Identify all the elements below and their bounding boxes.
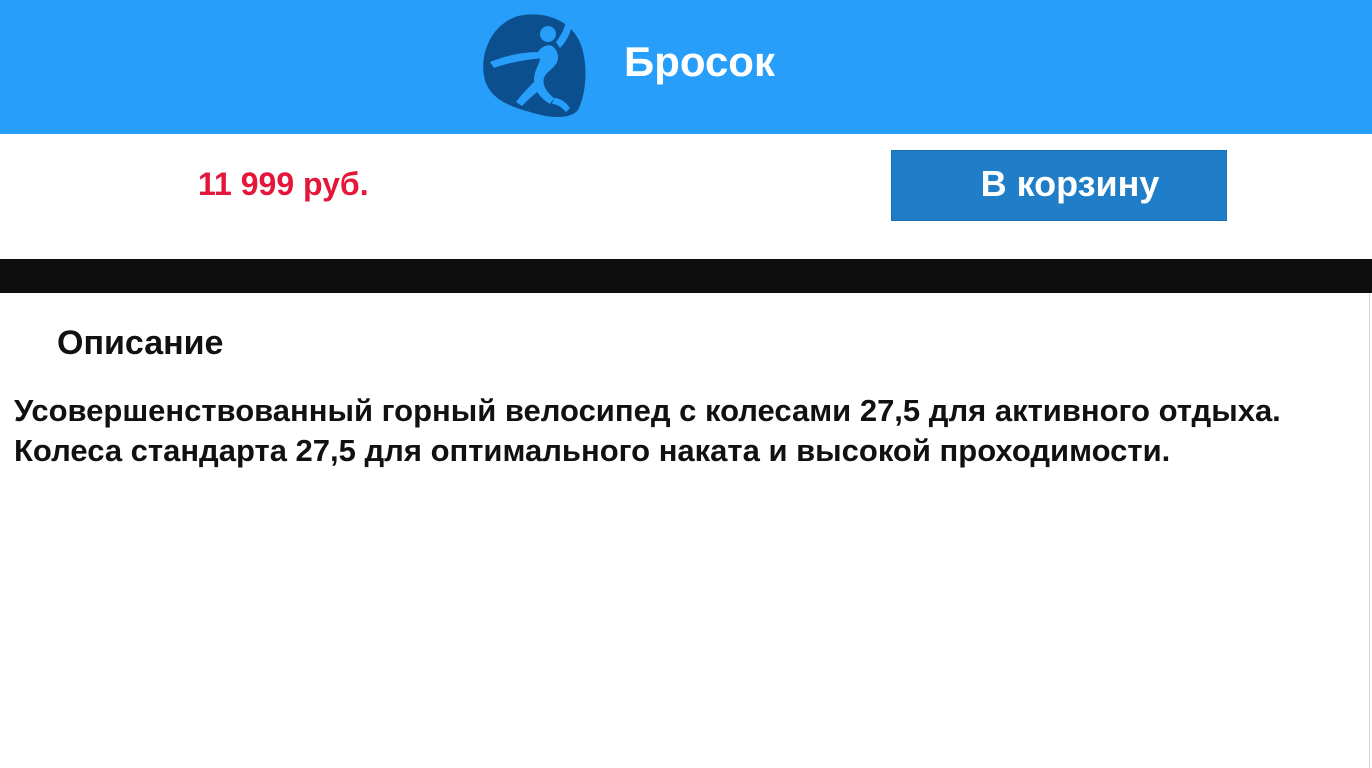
description-line: Усовершенствованный горный велосипед с к…	[14, 393, 1281, 428]
add-to-cart-button[interactable]: В корзину	[891, 150, 1227, 221]
scroll-edge	[1369, 293, 1370, 768]
page-title: Бросок	[624, 38, 775, 85]
product-price: 11 999 руб.	[198, 166, 369, 202]
description-line: Колеса стандарта 27,5 для оптимального н…	[14, 433, 1171, 468]
section-divider	[0, 259, 1372, 293]
description-text: Усовершенствованный горный велосипед с к…	[14, 391, 1364, 471]
handball-player-icon	[483, 14, 586, 118]
header-bar: Бросок	[0, 0, 1372, 134]
description-heading: Описание	[57, 324, 224, 362]
